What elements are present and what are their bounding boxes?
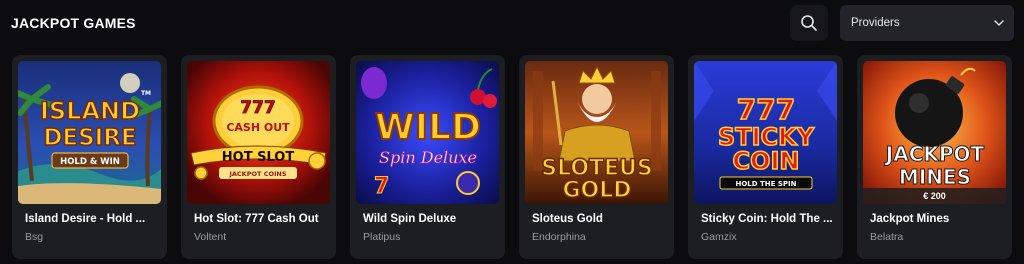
- game-card[interactable]: JACKPOT MINES € 200 Jackpot Mines Belatr…: [857, 55, 1012, 259]
- game-card[interactable]: 777 STICKY COIN HOLD THE SPIN Sticky Coi…: [688, 55, 843, 259]
- game-art: JACKPOT MINES: [863, 61, 1006, 204]
- seven-icon: 7: [374, 174, 389, 199]
- game-title[interactable]: Sloteus Gold: [532, 213, 666, 225]
- game-provider: Endorphina: [532, 231, 586, 243]
- game-art: ISLAND DESIRE TM HOLD & WIN: [18, 61, 161, 204]
- game-title[interactable]: Hot Slot: 777 Cash Out: [194, 213, 328, 225]
- art-line-2: Spin Deluxe: [379, 148, 477, 167]
- art-line-4: TM: [141, 90, 151, 97]
- game-card[interactable]: SLOTEUS GOLD Sloteus Gold Endorphina: [519, 55, 674, 259]
- search-button[interactable]: [790, 5, 828, 41]
- art-line-4: JACKPOT COINS: [228, 170, 286, 178]
- game-provider: Belatra: [870, 231, 904, 243]
- search-icon: [801, 15, 817, 31]
- jackpot-amount-badge: € 200: [863, 188, 1006, 204]
- game-provider: Gamzix: [701, 231, 737, 243]
- game-card[interactable]: 777 CASH OUT HOT SLOT JACKPOT COINS Hot …: [181, 55, 336, 259]
- game-title[interactable]: Sticky Coin: Hold The ...: [701, 213, 835, 225]
- art-line-3: HOLD & WIN: [60, 157, 120, 167]
- game-title[interactable]: Island Desire - Hold ...: [25, 213, 159, 225]
- game-art: 777 CASH OUT HOT SLOT JACKPOT COINS: [187, 61, 330, 204]
- art-line-2: CASH OUT: [226, 121, 290, 134]
- game-thumbnail[interactable]: 777 STICKY COIN HOLD THE SPIN: [694, 61, 837, 204]
- art-line-3: HOT SLOT: [222, 150, 295, 165]
- art-line-1: WILD: [375, 107, 481, 148]
- chevron-down-icon: [994, 20, 1004, 26]
- game-thumbnail[interactable]: ISLAND DESIRE TM HOLD & WIN: [18, 61, 161, 204]
- providers-label: Providers: [851, 17, 900, 29]
- game-thumbnail[interactable]: WILD Spin Deluxe 7: [356, 61, 499, 204]
- game-provider: Platipus: [363, 231, 401, 243]
- game-art: SLOTEUS GOLD: [525, 61, 668, 204]
- game-title[interactable]: Jackpot Mines: [870, 213, 1004, 225]
- art-line-4: HOLD THE SPIN: [735, 180, 796, 188]
- game-title[interactable]: Wild Spin Deluxe: [363, 213, 497, 225]
- game-art: WILD Spin Deluxe 7: [356, 61, 499, 204]
- section-title: JACKPOT GAMES: [11, 15, 136, 31]
- art-line-1: ISLAND: [40, 97, 140, 125]
- art-line-1: JACKPOT: [884, 142, 985, 166]
- art-line-3: COIN: [732, 147, 799, 175]
- art-line-2: MINES: [899, 165, 971, 189]
- game-thumbnail[interactable]: JACKPOT MINES € 200: [863, 61, 1006, 204]
- art-line-2: DESIRE: [43, 125, 136, 151]
- game-thumbnail[interactable]: SLOTEUS GOLD: [525, 61, 668, 204]
- art-line-1: 777: [737, 93, 795, 126]
- game-art: 777 STICKY COIN HOLD THE SPIN: [694, 61, 837, 204]
- art-line-1: 777: [240, 98, 276, 118]
- game-provider: Voltent: [194, 231, 227, 243]
- game-card[interactable]: WILD Spin Deluxe 7 Wild Spin Deluxe Plat…: [350, 55, 505, 259]
- game-provider: Bsg: [25, 231, 44, 243]
- providers-dropdown[interactable]: Providers: [840, 5, 1014, 41]
- game-card[interactable]: ISLAND DESIRE TM HOLD & WIN Island Desir…: [12, 55, 167, 259]
- game-thumbnail[interactable]: 777 CASH OUT HOT SLOT JACKPOT COINS: [187, 61, 330, 204]
- art-line-2: GOLD: [562, 178, 631, 203]
